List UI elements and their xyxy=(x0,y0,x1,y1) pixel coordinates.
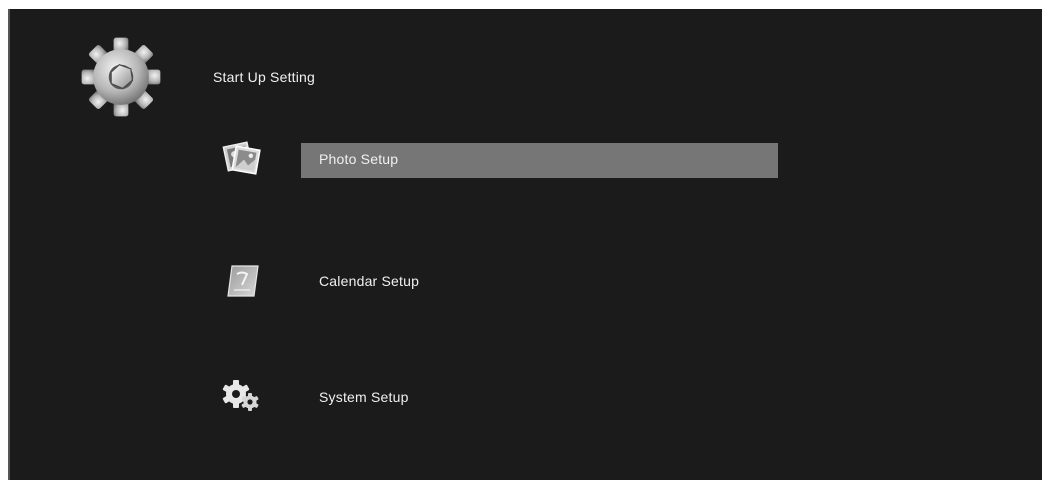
menu-label-system-setup: System Setup xyxy=(319,389,409,405)
menu-item-system-setup[interactable]: System Setup xyxy=(210,369,810,429)
gear-icon xyxy=(81,37,161,117)
menu-item-photo-setup[interactable]: Photo Setup xyxy=(210,131,810,191)
photo-icon xyxy=(222,141,261,175)
system-gears-icon xyxy=(222,380,259,411)
menu-label-calendar-setup: Calendar Setup xyxy=(319,273,420,289)
menu-label-photo-setup: Photo Setup xyxy=(319,151,399,167)
start-up-setting-screen: Start Up Setting Photo Setup Calendar Se… xyxy=(8,9,1042,480)
menu-item-calendar-setup[interactable]: Calendar Setup xyxy=(210,253,810,313)
calendar-icon xyxy=(227,265,259,297)
page-title: Start Up Setting xyxy=(213,69,316,85)
